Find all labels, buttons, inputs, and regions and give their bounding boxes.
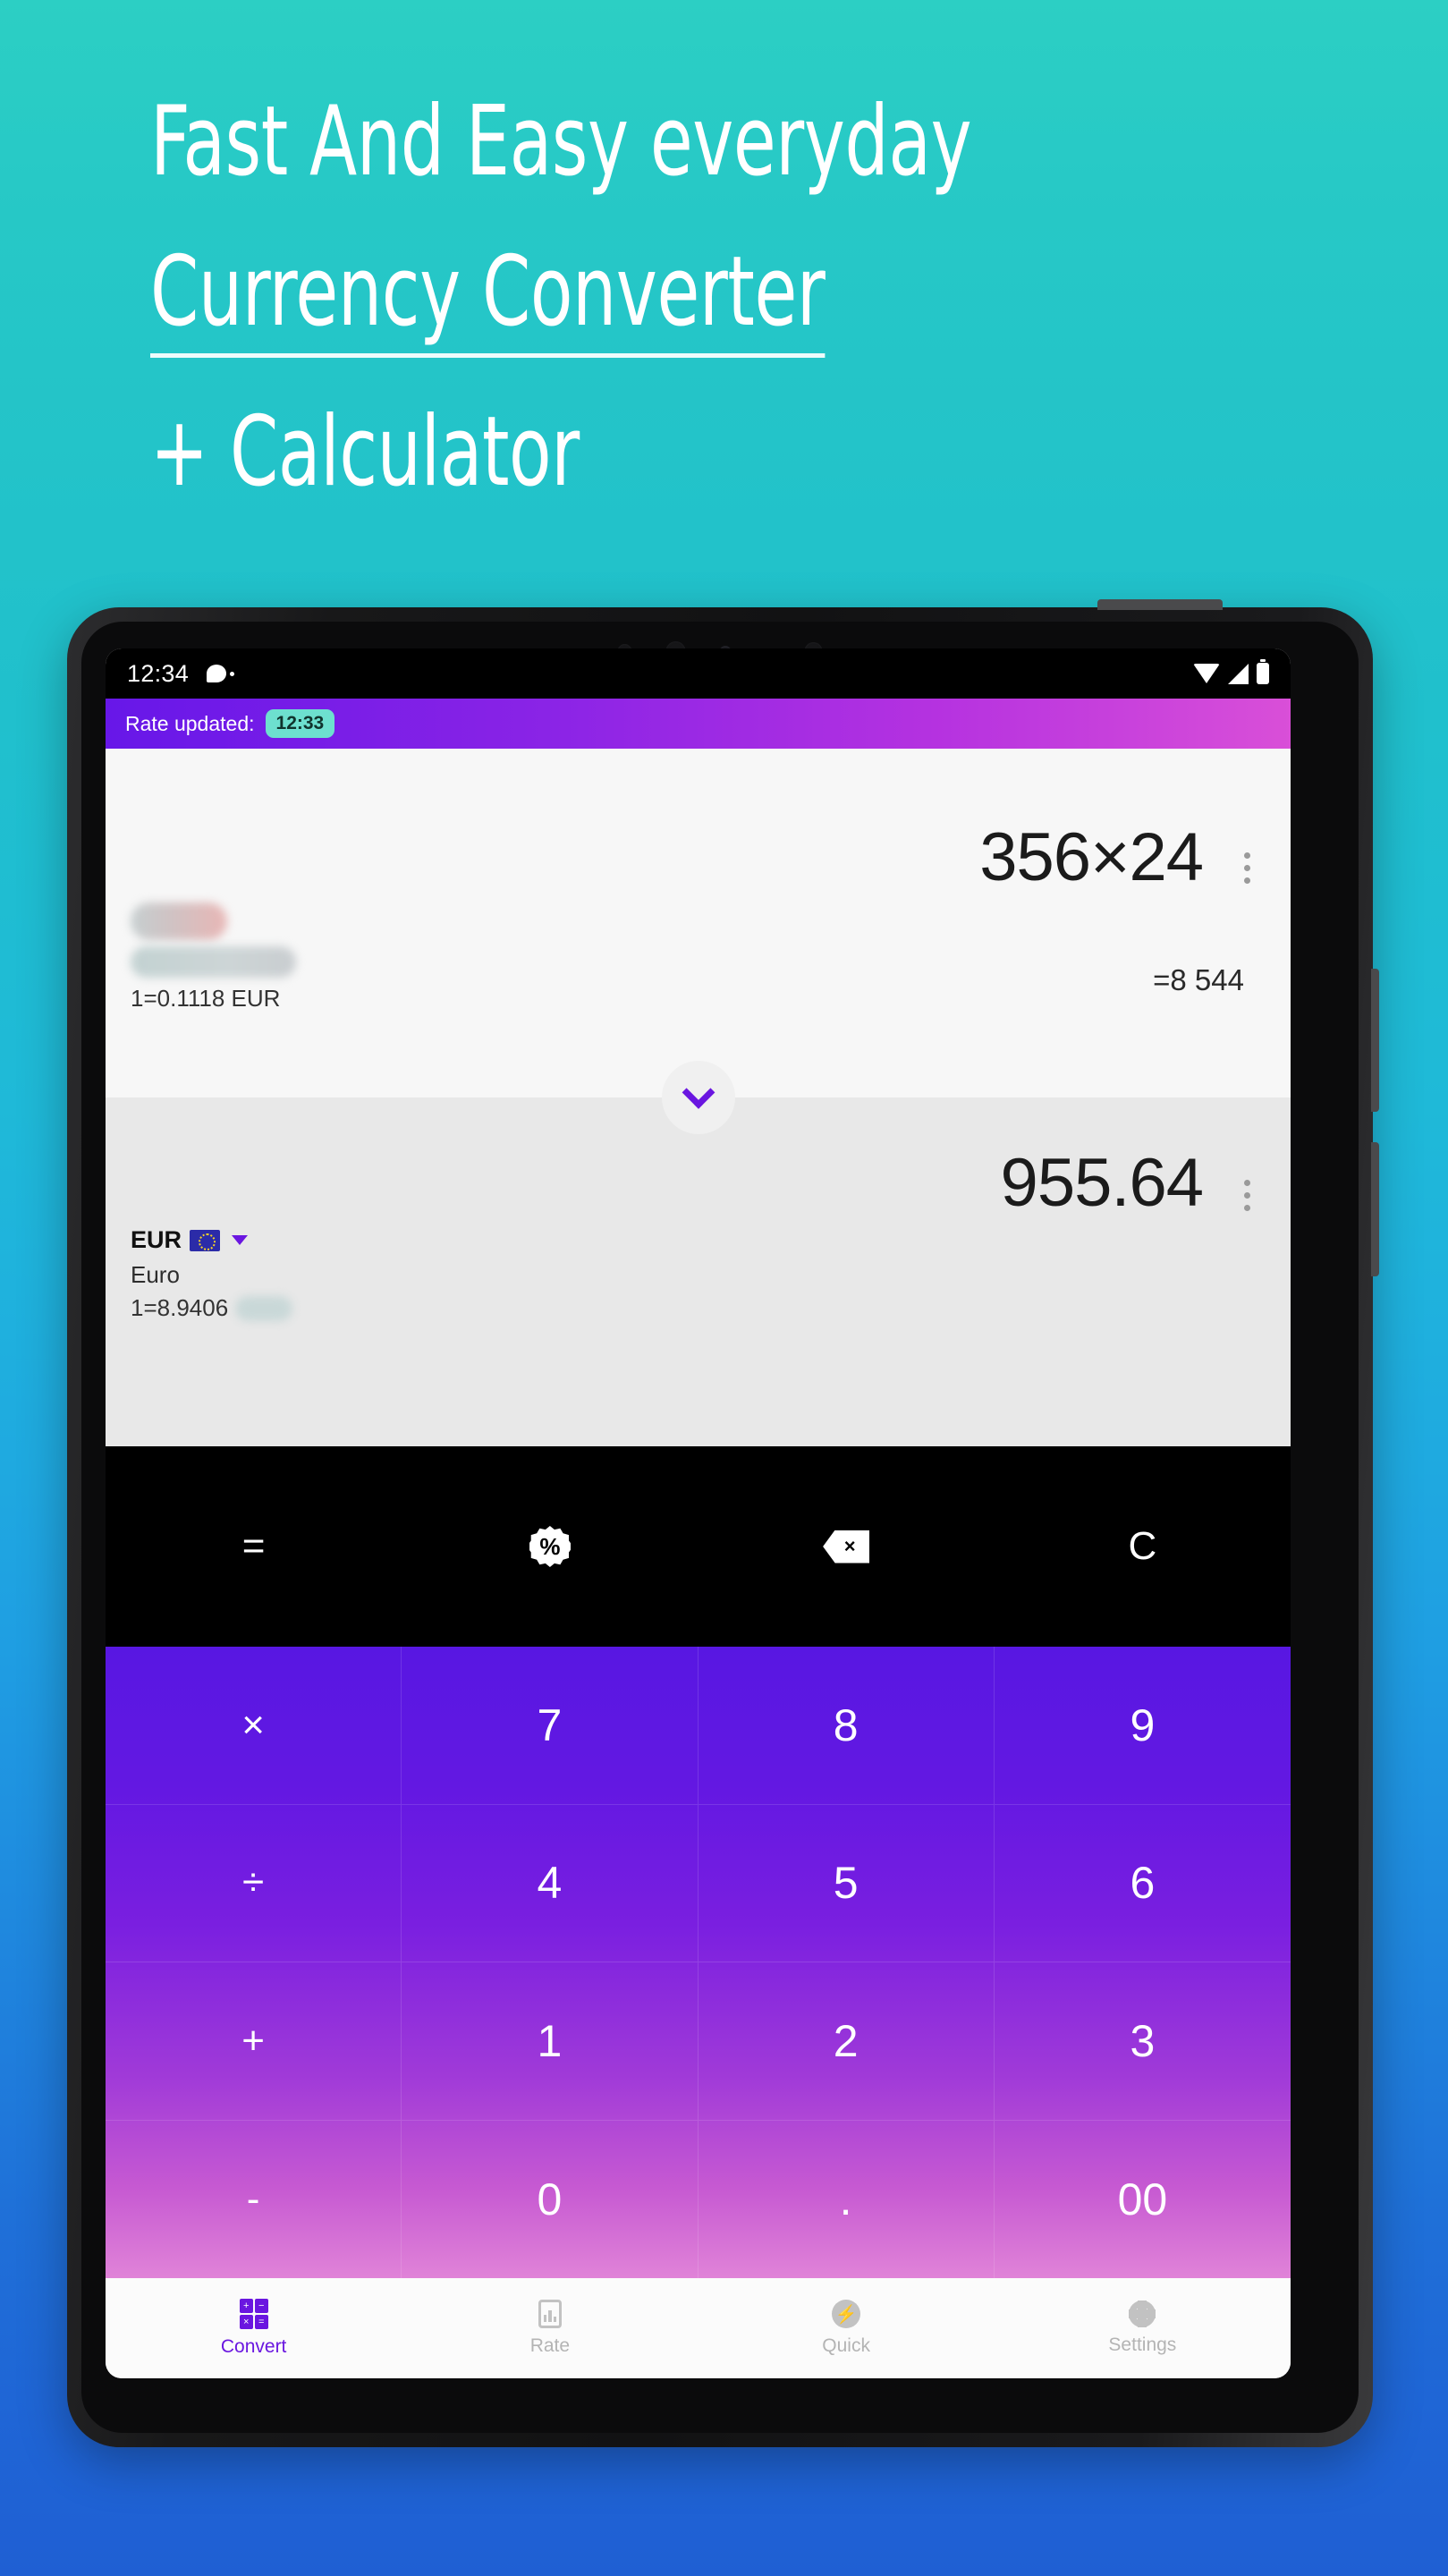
backspace-button[interactable]: × (699, 1530, 995, 1563)
to-currency-name: Euro (131, 1261, 180, 1288)
device-volume-button[interactable] (1371, 969, 1379, 1112)
gear-icon (1129, 2301, 1156, 2327)
equals-icon: = (241, 1524, 266, 1569)
device-power-button[interactable] (1371, 1142, 1379, 1276)
from-kebab-menu-icon[interactable] (1244, 852, 1250, 884)
headline-line-3: + Calculator (150, 396, 580, 508)
device-top-button[interactable] (1097, 599, 1223, 610)
to-currency-info[interactable]: EUR Euro 1=8.9406 (131, 1226, 293, 1322)
nav-item-settings[interactable]: Settings (995, 2301, 1291, 2356)
calculator-keypad: × 7 8 9 ÷ 4 5 6 + 1 2 3 - 0 . 00 (106, 1647, 1291, 2278)
status-bar: 12:34 (106, 648, 1291, 699)
signal-icon (1228, 663, 1249, 684)
from-result: =8 544 (1153, 963, 1244, 996)
clear-icon: C (1128, 1524, 1157, 1568)
key-3[interactable]: 3 (994, 1962, 1291, 2121)
from-currency-code-hidden[interactable] (131, 902, 227, 940)
clear-button[interactable]: C (995, 1524, 1291, 1569)
key-1[interactable]: 1 (402, 1962, 699, 2121)
nav-item-rate[interactable]: Rate (402, 2300, 698, 2357)
nav-item-convert[interactable]: + − × = Convert (106, 2299, 402, 2358)
from-rate-line: 1=0.1118 EUR (131, 985, 281, 1012)
bolt-circle-icon: ⚡ (832, 2300, 861, 2328)
caret-down-icon[interactable] (232, 1235, 249, 1245)
currency-row-from[interactable]: 356×24 =8 544 1=0.1118 EUR (106, 749, 1291, 1097)
key-0[interactable]: 0 (402, 2120, 699, 2278)
from-expression[interactable]: 356×24 (979, 818, 1204, 896)
status-bar-time: 12:34 (127, 659, 190, 687)
rate-updated-time-badge: 12:33 (265, 709, 335, 738)
to-kebab-menu-icon[interactable] (1244, 1180, 1250, 1211)
headline-line-1: Fast And Easy everyday (150, 86, 972, 198)
key-minus[interactable]: - (106, 2120, 402, 2278)
percent-badge-icon: % (529, 1526, 571, 1567)
nav-label-rate: Rate (529, 2335, 571, 2356)
to-rate-prefix: 1=8.9406 (131, 1294, 229, 1321)
calculator-grid-icon: + − × = (239, 2299, 268, 2329)
key-divide[interactable]: ÷ (106, 1804, 402, 1962)
wifi-icon (1193, 664, 1220, 683)
notification-bubble-icon (207, 665, 235, 682)
chart-bars-icon (538, 2300, 562, 2328)
to-rate-suffix-hidden (235, 1295, 293, 1321)
app-screen: 12:34 Rate updated: 12:33 356×24 =8 544 … (106, 648, 1291, 2378)
function-bar: = % × C (106, 1446, 1291, 1647)
status-bar-icons (1193, 659, 1269, 684)
percent-button[interactable]: % (402, 1526, 698, 1567)
key-8[interactable]: 8 (698, 1647, 995, 1805)
backspace-icon: × (823, 1530, 870, 1563)
nav-label-settings: Settings (1108, 2334, 1177, 2355)
currency-row-to[interactable]: 955.64 EUR Euro 1=8.9406 (106, 1097, 1291, 1446)
to-currency-code: EUR (131, 1226, 182, 1253)
tablet-device-frame: 12:34 Rate updated: 12:33 356×24 =8 544 … (67, 599, 1379, 2447)
equals-button[interactable]: = (106, 1524, 402, 1569)
key-5[interactable]: 5 (698, 1804, 995, 1962)
key-multiply[interactable]: × (106, 1647, 402, 1805)
key-7[interactable]: 7 (402, 1647, 699, 1805)
to-rate-line: 1=8.9406 (131, 1294, 293, 1322)
from-currency-name-hidden (131, 946, 296, 978)
to-currency-selector[interactable]: EUR (131, 1226, 292, 1254)
headline-line-2: Currency Converter (150, 244, 826, 358)
swap-currencies-button[interactable] (661, 1061, 735, 1134)
device-bezel: 12:34 Rate updated: 12:33 356×24 =8 544 … (81, 622, 1359, 2433)
key-9[interactable]: 9 (994, 1647, 1291, 1805)
eu-flag-icon (190, 1229, 221, 1251)
rate-updated-banner[interactable]: Rate updated: 12:33 (106, 699, 1291, 749)
chevron-down-icon (682, 1075, 715, 1109)
nav-label-convert: Convert (220, 2336, 287, 2357)
promo-headline: Fast And Easy everyday Currency Converte… (150, 94, 1268, 501)
key-plus[interactable]: + (106, 1962, 402, 2121)
key-4[interactable]: 4 (402, 1804, 699, 1962)
key-double-zero[interactable]: 00 (995, 2121, 1291, 2279)
battery-icon (1257, 659, 1269, 684)
nav-label-quick: Quick (822, 2335, 870, 2356)
to-amount[interactable]: 955.64 (1001, 1144, 1204, 1222)
from-currency-info[interactable]: 1=0.1118 EUR (131, 902, 296, 1013)
nav-item-quick[interactable]: ⚡ Quick (699, 2300, 995, 2357)
key-2[interactable]: 2 (698, 1962, 995, 2121)
key-6[interactable]: 6 (994, 1805, 1291, 1962)
key-decimal[interactable]: . (699, 2120, 995, 2278)
bottom-navigation: + − × = Convert Rate ⚡ Quick Settings (106, 2278, 1291, 2378)
rate-updated-label: Rate updated: (125, 711, 255, 735)
